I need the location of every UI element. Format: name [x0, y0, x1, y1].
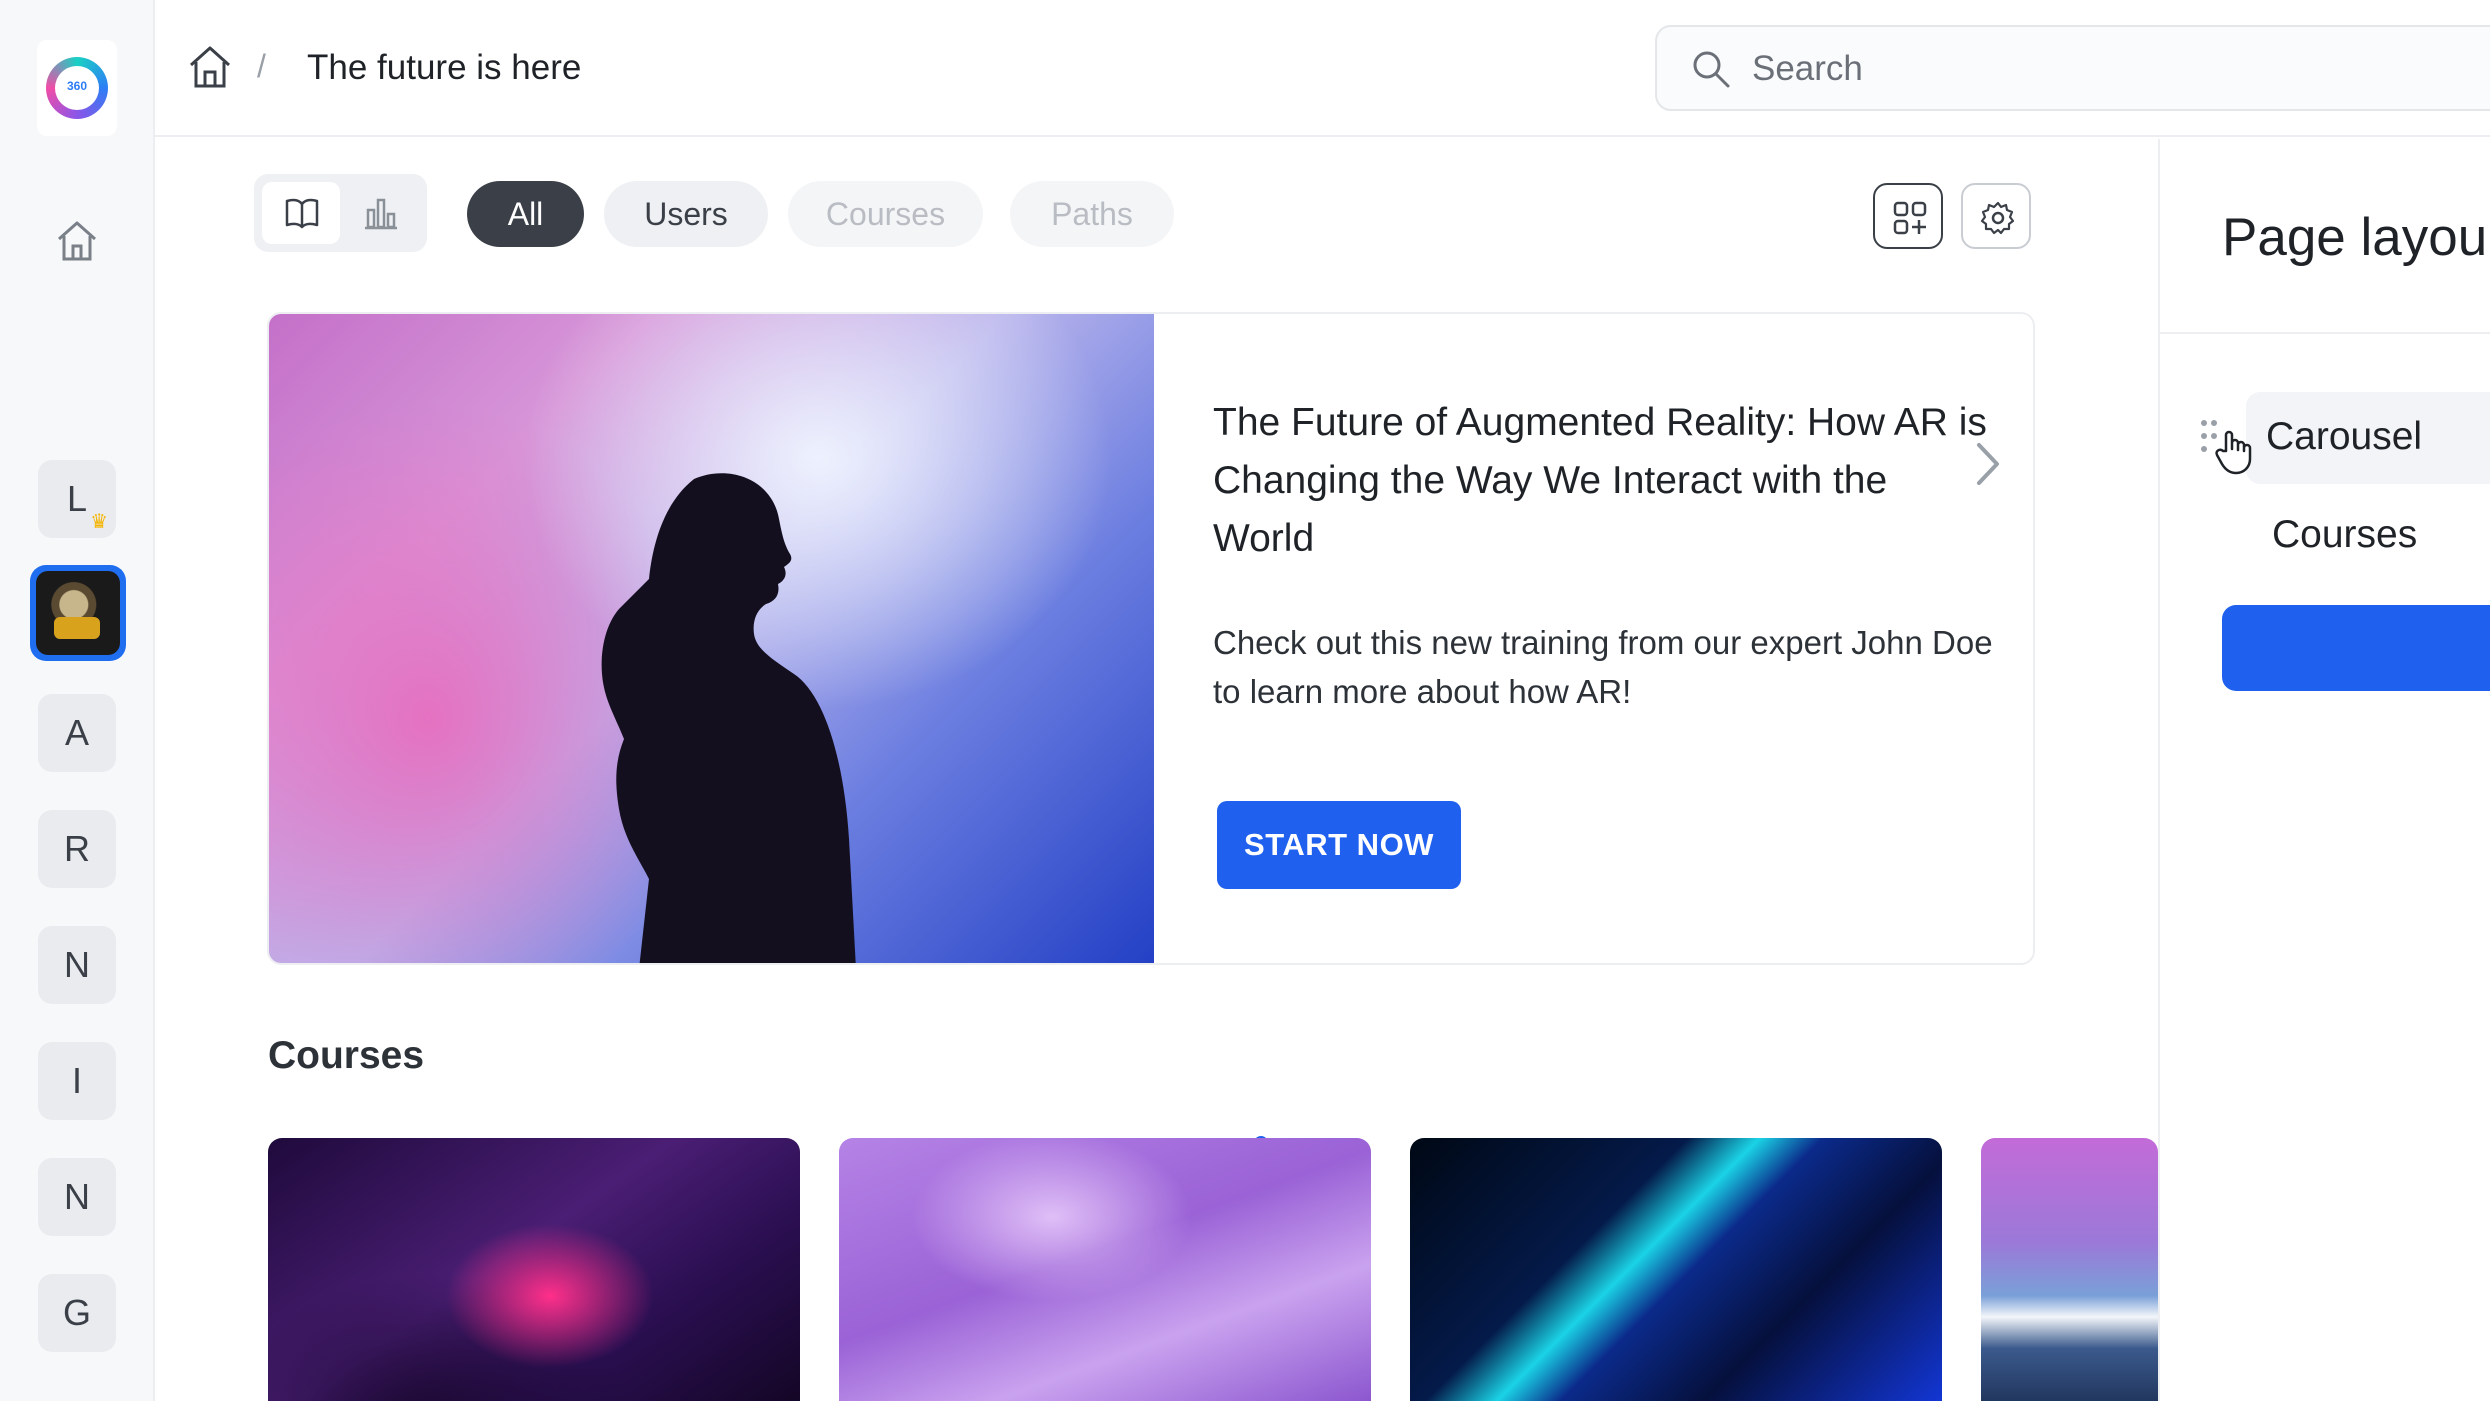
search-icon [1693, 51, 1730, 88]
carousel-next-arrow-icon[interactable] [1967, 439, 2007, 489]
book-icon [285, 198, 319, 229]
settings-button[interactable] [1961, 183, 2031, 249]
carousel-title: The Future of Augmented Reality: How AR … [1213, 401, 1987, 560]
search-box[interactable] [1655, 25, 2490, 111]
rail-tile-letter: I [71, 1060, 82, 1101]
rail-tile-i[interactable]: I [38, 1042, 116, 1120]
widgets-add-icon [1893, 201, 1927, 235]
layout-item-carousel-label: Carousel [2266, 415, 2423, 458]
rail-tile-l[interactable]: L ♛ [38, 460, 116, 538]
woman-silhouette-image [601, 473, 856, 963]
filter-pill-paths[interactable]: Paths [1010, 181, 1174, 247]
carousel-prev-arrow-icon[interactable] [189, 439, 229, 489]
page-title: The future is here [307, 48, 582, 87]
hand-cursor-icon [2215, 430, 2252, 475]
course-card[interactable] [1981, 1138, 2158, 1401]
left-rail: 360 L ♛ A R N I N G [0, 0, 155, 1401]
filter-pill-all[interactable]: All [467, 181, 584, 247]
course-card[interactable] [1410, 1138, 1942, 1401]
app-logo[interactable]: 360 [37, 40, 117, 136]
featured-carousel: The Future of Augmented Reality: How AR … [267, 312, 2035, 965]
top-bar: / The future is here [155, 0, 2490, 137]
gear-icon [1980, 201, 2015, 235]
stats-view-button[interactable] [341, 182, 419, 244]
view-toggle [254, 174, 427, 252]
home-icon[interactable] [54, 218, 100, 264]
courses-heading: Courses [268, 1034, 425, 1077]
add-widget-button[interactable] [1873, 183, 1943, 249]
rail-tile-letter: R [64, 828, 90, 869]
rail-tile-letter: A [64, 712, 89, 753]
bar-chart-icon [365, 198, 397, 230]
rail-tile-letter: L [66, 478, 88, 519]
panel-title: Page layou [2222, 208, 2488, 267]
breadcrumb-home-icon[interactable] [187, 44, 233, 90]
course-card[interactable] [839, 1138, 1371, 1401]
logo-text: 360 [66, 79, 88, 93]
rail-tile-n2[interactable]: N [38, 1158, 116, 1236]
filter-pill-users[interactable]: Users [604, 181, 768, 247]
logo-ring-icon: 360 [46, 57, 108, 119]
start-now-button[interactable]: START NOW [1217, 801, 1461, 889]
carousel-description: Check out this new training from our exp… [1213, 624, 1993, 710]
book-view-button[interactable] [262, 182, 340, 244]
carousel-hero-image [269, 314, 1154, 963]
avatar-image [36, 571, 120, 655]
rail-tile-n[interactable]: N [38, 926, 116, 1004]
rail-tile-a[interactable]: A [38, 694, 116, 772]
breadcrumb-separator: / [257, 48, 266, 84]
search-input[interactable] [1752, 41, 2452, 97]
panel-divider [2160, 332, 2490, 334]
rail-tile-letter: N [64, 944, 90, 985]
rail-tile-r[interactable]: R [38, 810, 116, 888]
course-card[interactable] [268, 1138, 800, 1401]
primary-action-button[interactable] [2222, 605, 2490, 691]
layout-item-courses-label[interactable]: Courses [2272, 513, 2417, 557]
carousel-text: The Future of Augmented Reality: How AR … [1213, 394, 1993, 716]
filter-pill-courses[interactable]: Courses [788, 181, 983, 247]
user-avatar[interactable] [30, 565, 126, 661]
rail-tile-g[interactable]: G [38, 1274, 116, 1352]
rail-tile-letter: G [62, 1292, 91, 1333]
page-layout-panel: Page layou Carousel Courses [2158, 139, 2490, 1401]
crown-icon: ♛ [90, 511, 108, 533]
rail-tile-letter: N [64, 1176, 90, 1217]
